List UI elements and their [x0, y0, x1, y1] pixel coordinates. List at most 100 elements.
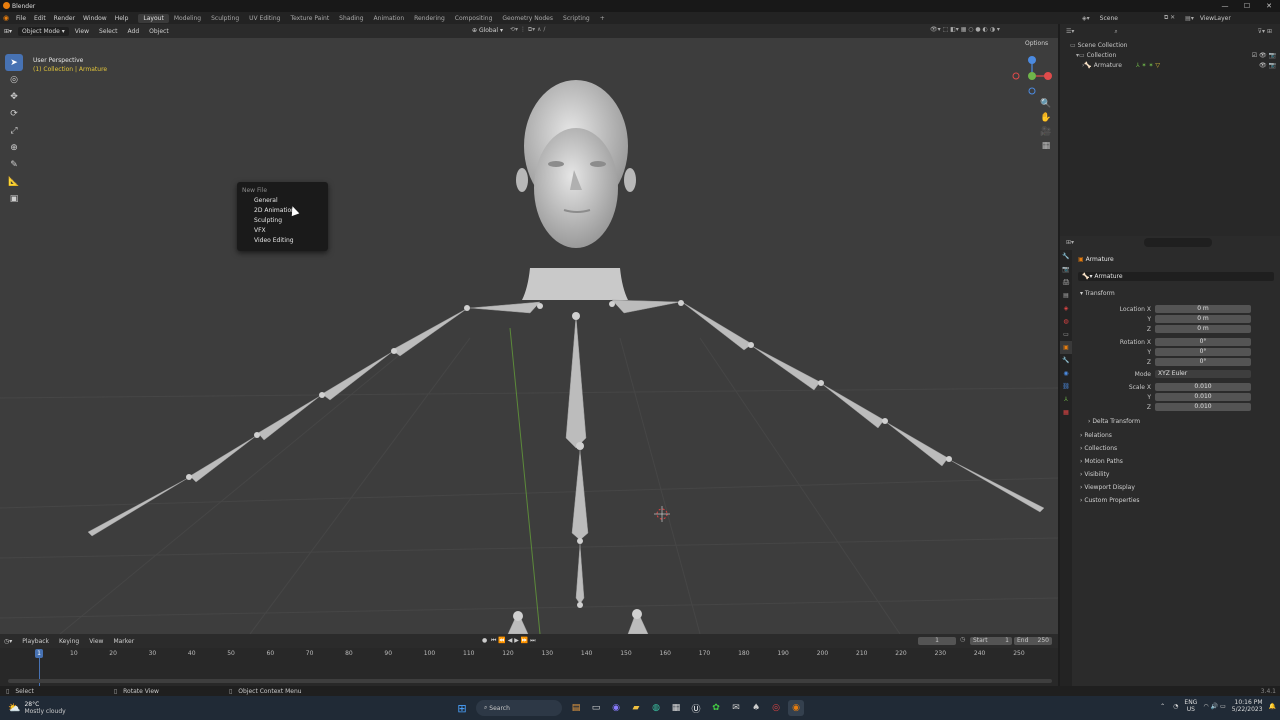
- edge-browser-icon[interactable]: ◍: [648, 700, 664, 716]
- store-icon[interactable]: ▦: [668, 700, 684, 716]
- tray-app-icon[interactable]: ◔: [1173, 703, 1178, 710]
- scene-tab-icon[interactable]: ◈: [1060, 302, 1072, 315]
- app-red-icon[interactable]: ◎: [768, 700, 784, 716]
- options-button[interactable]: Options: [1025, 40, 1048, 47]
- menu-view[interactable]: View: [71, 27, 93, 36]
- scale-z-field[interactable]: 0.010: [1155, 403, 1251, 411]
- editor-type-icon[interactable]: ⊞▾: [0, 27, 16, 36]
- pivot-snap-icons[interactable]: ⟲▾ ⋮ ⧉▾ ∧ ∕: [510, 26, 545, 34]
- select-tool-icon[interactable]: ➤: [5, 54, 23, 71]
- collection-row[interactable]: ▾▭ Collection ☑ 👁 📷: [1060, 51, 1280, 61]
- camera-icon[interactable]: 🎥: [1039, 125, 1053, 139]
- tray-overflow-icon[interactable]: ⌃: [1160, 703, 1165, 710]
- weather-widget[interactable]: 28°C Mostly cloudy: [24, 701, 65, 715]
- rotation-z-field[interactable]: 0°: [1155, 358, 1251, 366]
- blender-menu-icon[interactable]: ◉: [0, 14, 12, 22]
- end-frame-field[interactable]: End 250: [1014, 637, 1052, 645]
- add-workspace-button[interactable]: +: [595, 14, 610, 23]
- custom-properties-panel[interactable]: › Custom Properties: [1080, 494, 1140, 507]
- outliner-filter-icon[interactable]: ⊽▾ ⊞: [1258, 27, 1272, 37]
- add-cube-tool-icon[interactable]: ▣: [5, 190, 23, 207]
- language-indicator[interactable]: ENG US: [1184, 699, 1197, 713]
- delta-transform-panel[interactable]: › Delta Transform: [1088, 415, 1140, 428]
- view-layer-name[interactable]: ViewLayer: [1200, 15, 1231, 22]
- new-file-sculpting[interactable]: Sculpting: [237, 216, 328, 226]
- unreal-engine-icon[interactable]: Ⓤ: [688, 700, 704, 716]
- tab-uv-editing[interactable]: UV Editing: [244, 14, 285, 23]
- transform-tool-icon[interactable]: ⊕: [5, 139, 23, 156]
- tab-texture-paint[interactable]: Texture Paint: [285, 14, 334, 23]
- rotation-mode-dropdown[interactable]: XYZ Euler: [1155, 370, 1251, 378]
- maximize-button[interactable]: ☐: [1236, 0, 1258, 12]
- mail-icon[interactable]: ✉: [728, 700, 744, 716]
- viewport-display-panel[interactable]: › Viewport Display: [1080, 481, 1140, 494]
- properties-editor-icon[interactable]: ⊞▾: [1066, 239, 1074, 246]
- menu-edit[interactable]: Edit: [30, 15, 50, 22]
- properties-search-input[interactable]: [1144, 238, 1212, 247]
- tab-shading[interactable]: Shading: [334, 14, 368, 23]
- tool-tab-icon[interactable]: 🔧: [1060, 250, 1072, 263]
- xbox-icon[interactable]: ✿: [708, 700, 724, 716]
- 3d-viewport[interactable]: [0, 38, 1058, 634]
- location-y-field[interactable]: 0 m: [1155, 315, 1251, 323]
- close-button[interactable]: ✕: [1258, 0, 1280, 12]
- navigation-gizmo[interactable]: [1012, 56, 1052, 95]
- tab-layout[interactable]: Layout: [138, 13, 169, 23]
- scene-name[interactable]: Scene: [1100, 15, 1118, 22]
- network-icon[interactable]: ◠: [1203, 703, 1208, 710]
- timeline-editor-icon[interactable]: ◷▾: [0, 637, 16, 646]
- cursor-tool-icon[interactable]: ◎: [5, 71, 23, 88]
- tab-geometry-nodes[interactable]: Geometry Nodes: [497, 14, 558, 23]
- object-name-field[interactable]: 🦴▾ Armature: [1078, 272, 1274, 281]
- rotation-x-field[interactable]: 0°: [1155, 338, 1251, 346]
- motion-paths-panel[interactable]: › Motion Paths: [1080, 455, 1140, 468]
- location-x-field[interactable]: 0 m: [1155, 305, 1251, 313]
- outliner-search-icon[interactable]: ⌕: [1114, 27, 1117, 37]
- chat-icon[interactable]: ◉: [608, 700, 624, 716]
- world-tab-icon[interactable]: ◍: [1060, 315, 1072, 328]
- constraints-tab-icon[interactable]: ⛓: [1060, 380, 1072, 393]
- menu-file[interactable]: File: [12, 15, 30, 22]
- marker-menu[interactable]: Marker: [109, 637, 138, 646]
- armature-modifier-icons[interactable]: ⅄ ✶ ✶ ▽: [1136, 61, 1160, 71]
- transform-panel-header[interactable]: ▾ Transform: [1080, 287, 1115, 300]
- battery-icon[interactable]: ▭: [1220, 703, 1226, 710]
- rotate-tool-icon[interactable]: ⟳: [5, 105, 23, 122]
- outliner-editor-icon[interactable]: ☰▾: [1066, 27, 1074, 37]
- armature-row[interactable]: ›🦴 Armature ⅄ ✶ ✶ ▽ 👁 📷: [1060, 61, 1280, 71]
- timeline-scrollbar[interactable]: [8, 679, 1052, 683]
- render-tab-icon[interactable]: 📷: [1060, 263, 1072, 276]
- app-icon[interactable]: ♠: [748, 700, 764, 716]
- file-explorer-icon[interactable]: ▰: [628, 700, 644, 716]
- new-file-vfx[interactable]: VFX: [237, 226, 328, 236]
- tab-modeling[interactable]: Modeling: [169, 14, 206, 23]
- task-view-icon[interactable]: ▭: [588, 700, 604, 716]
- texture-tab-icon[interactable]: ▦: [1060, 406, 1072, 419]
- physics-tab-icon[interactable]: ◉: [1060, 367, 1072, 380]
- blender-taskbar-icon[interactable]: ◉: [788, 700, 804, 716]
- taskbar-search-box[interactable]: ⌕ Search: [476, 700, 562, 716]
- timeline-view-menu[interactable]: View: [85, 637, 107, 646]
- pan-hand-icon[interactable]: ✋: [1039, 111, 1053, 125]
- menu-object[interactable]: Object: [145, 27, 173, 36]
- new-file-general[interactable]: General: [237, 196, 328, 206]
- scene-copy-icon[interactable]: ⧉ ✕: [1164, 14, 1175, 22]
- scale-x-field[interactable]: 0.010: [1155, 383, 1251, 391]
- transform-orientation-dropdown[interactable]: ⊕ Global ▾: [468, 26, 507, 35]
- collection-visibility-icons[interactable]: ☑ 👁 📷: [1252, 51, 1276, 61]
- zoom-icon[interactable]: 🔍: [1039, 97, 1053, 111]
- menu-select[interactable]: Select: [95, 27, 122, 36]
- widgets-icon[interactable]: ▤: [568, 700, 584, 716]
- tab-animation[interactable]: Animation: [369, 14, 410, 23]
- menu-add[interactable]: Add: [124, 27, 144, 36]
- clock[interactable]: 10:16 PM 5/22/2023: [1232, 699, 1263, 713]
- collections-panel[interactable]: › Collections: [1080, 442, 1140, 455]
- tab-scripting[interactable]: Scripting: [558, 14, 595, 23]
- scale-y-field[interactable]: 0.010: [1155, 393, 1251, 401]
- annotate-tool-icon[interactable]: ✎: [5, 156, 23, 173]
- playback-menu[interactable]: Playback: [18, 637, 53, 646]
- armature-visibility-icons[interactable]: 👁 📷: [1259, 61, 1276, 71]
- location-z-field[interactable]: 0 m: [1155, 325, 1251, 333]
- tab-compositing[interactable]: Compositing: [450, 14, 498, 23]
- keying-menu[interactable]: Keying: [55, 637, 83, 646]
